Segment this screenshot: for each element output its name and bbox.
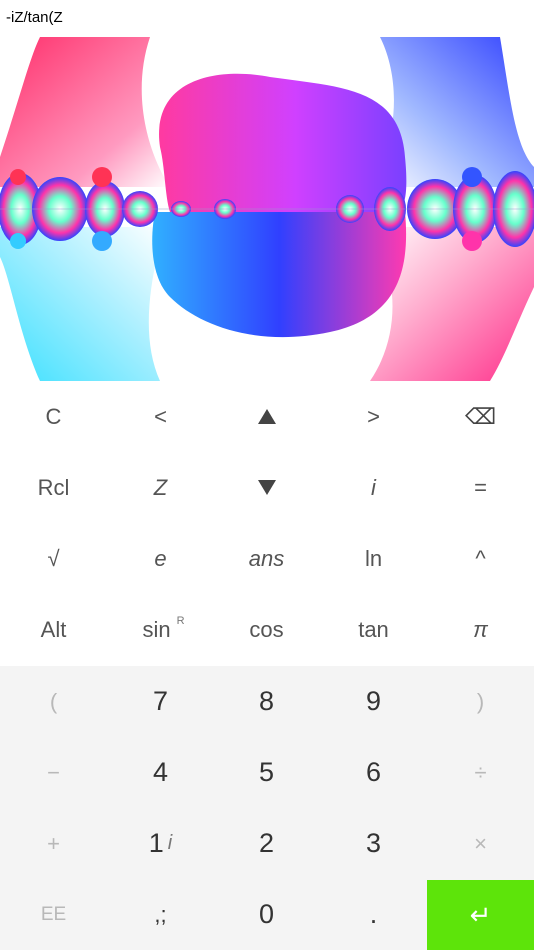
tan-label: tan	[358, 616, 389, 642]
right-paren-key[interactable]: )	[427, 666, 534, 737]
plus-label: +	[47, 830, 60, 856]
decimal-point-key[interactable]: .	[320, 879, 427, 950]
euler-e-key[interactable]: e	[107, 523, 214, 594]
sin-label: sin	[142, 616, 171, 642]
recall-key[interactable]: Rcl	[0, 452, 107, 523]
cursor-right-key[interactable]: >	[320, 381, 427, 452]
ln-key[interactable]: ln	[320, 523, 427, 594]
cursor-left-label: <	[154, 403, 167, 429]
plot-canvas	[0, 37, 534, 381]
left-paren-key[interactable]: (	[0, 666, 107, 737]
backspace-icon: ⌫	[464, 403, 497, 429]
cos-label: cos	[249, 616, 284, 642]
variable-z-label: Z	[153, 474, 168, 500]
expression-bar[interactable]: -iZ/tan(Z	[0, 0, 534, 37]
euler-e-label: e	[154, 545, 167, 571]
divide-key[interactable]: ÷	[427, 737, 534, 808]
decimal-point-label: .	[369, 899, 378, 929]
digit-6-label: 6	[365, 757, 382, 787]
digit-6-key[interactable]: 6	[320, 737, 427, 808]
divide-label: ÷	[474, 759, 487, 785]
clear-label: C	[45, 403, 62, 429]
cursor-left-key[interactable]: <	[107, 381, 214, 452]
digit-9-key[interactable]: 9	[320, 666, 427, 737]
minus-key[interactable]: −	[0, 737, 107, 808]
alt-key[interactable]: Alt	[0, 594, 107, 665]
digit-2-label: 2	[258, 828, 275, 858]
digit-7-key[interactable]: 7	[107, 666, 214, 737]
ans-key[interactable]: ans	[213, 523, 320, 594]
plus-key[interactable]: +	[0, 808, 107, 879]
separator-label: ,;	[154, 901, 167, 927]
ans-label: ans	[248, 545, 285, 571]
digit-2-key[interactable]: 2	[213, 808, 320, 879]
function-keypad: C < > ⌫ Rcl Z i = √ e ans ln ^ Alt sin R …	[0, 381, 534, 666]
digit-9-label: 9	[365, 686, 382, 716]
digit-0-label: 0	[258, 899, 275, 929]
exponent-ee-key[interactable]: EE	[0, 879, 107, 950]
digit-1-key[interactable]: 1i	[107, 808, 214, 879]
digit-4-label: 4	[152, 757, 169, 787]
power-key[interactable]: ^	[427, 523, 534, 594]
equals-label: =	[474, 474, 487, 500]
power-label: ^	[475, 545, 486, 571]
down-triangle-icon	[257, 480, 276, 495]
cursor-right-label: >	[367, 403, 380, 429]
digit-0-key[interactable]: 0	[213, 879, 320, 950]
sqrt-label: √	[47, 545, 60, 571]
backspace-key[interactable]: ⌫	[427, 381, 534, 452]
digit-1-imaginary-suffix: i	[167, 832, 173, 854]
enter-icon: ↵	[469, 899, 492, 930]
imaginary-i-key[interactable]: i	[320, 452, 427, 523]
digit-5-label: 5	[258, 757, 275, 787]
sqrt-key[interactable]: √	[0, 523, 107, 594]
digit-8-label: 8	[258, 686, 275, 716]
minus-label: −	[47, 759, 60, 785]
recall-label: Rcl	[37, 474, 70, 500]
imaginary-i-label: i	[371, 474, 376, 500]
sin-superscript: R	[176, 614, 185, 627]
clear-key[interactable]: C	[0, 381, 107, 452]
digit-4-key[interactable]: 4	[107, 737, 214, 808]
digit-1-label: 1	[148, 828, 164, 858]
times-key[interactable]: ×	[427, 808, 534, 879]
expression-text: -iZ/tan(Z	[6, 9, 63, 26]
left-paren-label: (	[49, 688, 58, 714]
digit-5-key[interactable]: 5	[213, 737, 320, 808]
right-paren-label: )	[476, 688, 485, 714]
complex-plot[interactable]	[0, 37, 534, 381]
digit-8-key[interactable]: 8	[213, 666, 320, 737]
cos-key[interactable]: cos	[213, 594, 320, 665]
up-triangle-icon	[257, 409, 276, 424]
times-label: ×	[474, 830, 487, 856]
equals-key[interactable]: =	[427, 452, 534, 523]
ln-label: ln	[364, 545, 383, 571]
alt-label: Alt	[40, 616, 67, 642]
exponent-ee-label: EE	[40, 903, 67, 925]
history-up-key[interactable]	[213, 381, 320, 452]
history-down-key[interactable]	[213, 452, 320, 523]
digit-3-key[interactable]: 3	[320, 808, 427, 879]
separator-key[interactable]: ,;	[107, 879, 214, 950]
pi-label: π	[473, 616, 488, 642]
variable-z-key[interactable]: Z	[107, 452, 214, 523]
sin-key[interactable]: sin R	[107, 594, 214, 665]
digit-3-label: 3	[365, 828, 382, 858]
tan-key[interactable]: tan	[320, 594, 427, 665]
digit-7-label: 7	[152, 686, 169, 716]
enter-key[interactable]: ↵	[427, 880, 534, 950]
pi-key[interactable]: π	[427, 594, 534, 665]
